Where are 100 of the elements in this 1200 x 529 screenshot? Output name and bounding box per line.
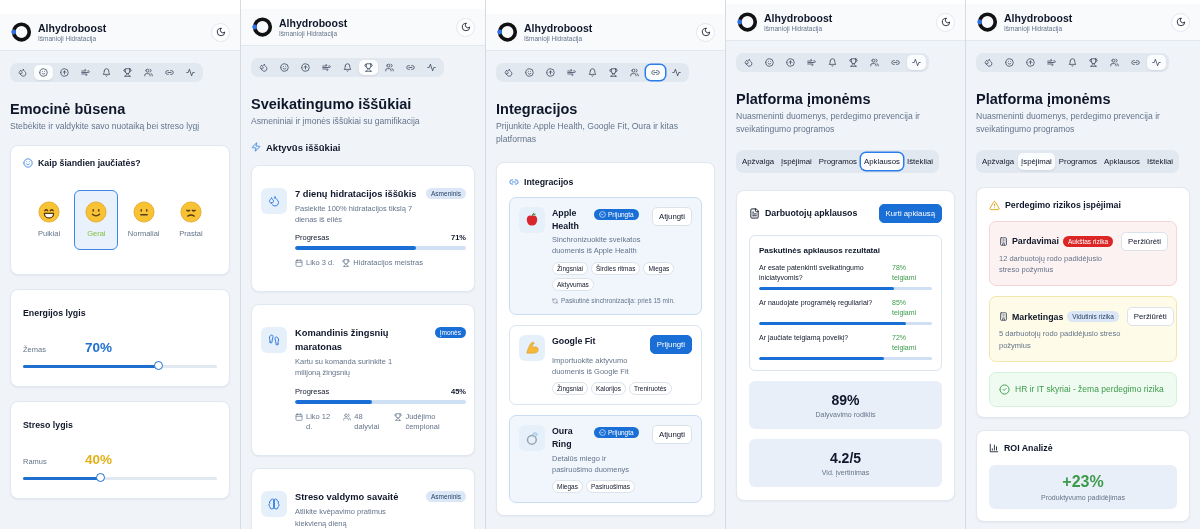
- app-title: Alhydroboost: [764, 12, 834, 24]
- calendar-icon: [295, 259, 303, 268]
- warning-icon: [989, 199, 1000, 211]
- challenge-title: Streso valdymo savaitė: [295, 491, 400, 505]
- arrow-circle-icon: [546, 68, 555, 77]
- footprints-icon: [268, 334, 280, 347]
- theme-toggle-button[interactable]: [211, 22, 230, 42]
- droplets-icon: [268, 194, 280, 207]
- app-title: Alhydroboost: [1004, 12, 1074, 24]
- smiley-icon: [525, 68, 534, 77]
- trophy-icon: [123, 68, 132, 77]
- trophy-icon: [342, 259, 351, 268]
- arrow-circle-icon: [1026, 58, 1035, 67]
- integration-name: Oura Ring: [552, 425, 574, 452]
- card-title: Kaip šiandien jaučiatės?: [38, 157, 141, 168]
- trophy-icon: [1089, 58, 1098, 67]
- users-icon: [870, 58, 879, 67]
- integration-name: Apple Health: [552, 206, 580, 233]
- page-title: Platforma įmonėms: [736, 91, 872, 107]
- department-name: Marketingas: [1012, 311, 1064, 322]
- stat-value: +23%: [1061, 472, 1105, 491]
- theme-toggle-button[interactable]: [1171, 12, 1190, 32]
- nav-tab[interactable]: [646, 65, 665, 80]
- check-circle-icon: [999, 383, 1010, 395]
- calendar-icon: [295, 412, 303, 421]
- wind-icon: [807, 58, 816, 67]
- smiley-icon: [1005, 58, 1014, 67]
- smiley-icon: [23, 157, 33, 168]
- building-icon: [999, 236, 1008, 246]
- challenge-title: 7 dienų hidratacijos iššūkis: [295, 187, 418, 201]
- page-subtitle: Nuasmeninti duomenys, perdegimo prevencija ir sveikatingumo programos: [976, 110, 1161, 136]
- bell-icon: [828, 58, 837, 67]
- nav-tab[interactable]: [34, 65, 53, 80]
- bell-icon: [343, 63, 352, 72]
- smiley-icon: [280, 63, 289, 72]
- theme-toggle-button[interactable]: [696, 22, 715, 42]
- users-icon: [385, 63, 394, 72]
- moon-icon: [215, 27, 226, 37]
- pulse-icon: [427, 63, 436, 72]
- theme-toggle-button[interactable]: [456, 17, 475, 37]
- logo: [976, 11, 998, 33]
- bell-icon: [588, 68, 597, 77]
- slider-value: 70%: [85, 339, 113, 355]
- slider-thumb[interactable]: [153, 360, 163, 370]
- grinning-face-icon: [38, 201, 60, 224]
- link-icon: [165, 68, 174, 77]
- nav-tab[interactable]: [1147, 55, 1166, 70]
- moon-icon: [460, 22, 471, 32]
- card-title: Perdegimo rizikos įspėjimai: [1005, 200, 1121, 211]
- moon-icon: [940, 17, 951, 27]
- moon-icon: [700, 27, 711, 37]
- section-title: Aktyvūs iššūkiai: [266, 141, 341, 153]
- smiling-face-icon: [85, 201, 108, 224]
- card-title: Darbuotojų apklausos: [765, 208, 858, 219]
- brain-icon: [268, 498, 280, 511]
- nav-tab[interactable]: [359, 60, 378, 75]
- nav-tab[interactable]: [907, 55, 926, 70]
- logo: [736, 11, 758, 33]
- slider-title: Streso lygis: [23, 419, 74, 430]
- link-icon: [891, 58, 900, 67]
- pulse-icon: [1152, 58, 1161, 67]
- slider-thumb[interactable]: [95, 472, 105, 482]
- wind-icon: [322, 63, 331, 72]
- trophy-icon: [364, 63, 373, 72]
- droplets-icon: [504, 68, 513, 77]
- flexed-arm-icon: [524, 340, 540, 356]
- page-subtitle: Asmeniniai ir įmonės iššūkiai su gamifikacija: [251, 115, 421, 128]
- card-title: ROI Analizė: [1004, 442, 1053, 453]
- theme-toggle-button[interactable]: [936, 12, 955, 32]
- trophy-icon: [849, 58, 858, 67]
- wind-icon: [81, 68, 90, 77]
- pulse-icon: [672, 68, 681, 77]
- results-title: Paskutinės apklausos rezultatai: [759, 245, 881, 255]
- check-circle-icon: [599, 429, 606, 437]
- bell-icon: [1068, 58, 1077, 67]
- sad-face-icon: [180, 201, 202, 224]
- page-subtitle: Nuasmeninti duomenys, perdegimo prevencija ir sveikatingumo programos: [736, 110, 921, 136]
- arrow-circle-icon: [60, 68, 69, 77]
- document-icon: [749, 207, 760, 219]
- page-title: Emocinė būsena: [10, 101, 127, 117]
- slider-title: Energijos lygis: [23, 307, 87, 318]
- challenge-title: Komandinis žingsnių maratonas: [295, 327, 390, 355]
- wind-icon: [1047, 58, 1056, 67]
- page-title: Sveikatingumo iššūkiai: [251, 96, 413, 112]
- smiley-icon: [39, 68, 48, 77]
- slider-value: 40%: [85, 451, 113, 467]
- bell-icon: [102, 68, 111, 77]
- lightning-icon: [251, 142, 261, 153]
- check-circle-icon: [599, 210, 606, 218]
- page-title: Platforma įmonėms: [976, 91, 1112, 107]
- pulse-icon: [912, 58, 921, 67]
- droplets-icon: [259, 63, 268, 72]
- droplets-icon: [984, 58, 993, 67]
- users-icon: [343, 412, 352, 421]
- apple-icon: [525, 212, 539, 228]
- arrow-circle-icon: [786, 58, 795, 67]
- users-icon: [630, 68, 639, 77]
- card-title: Integracijos: [524, 176, 574, 187]
- stat-value: 4.2/5: [828, 449, 863, 466]
- trophy-icon: [609, 68, 618, 77]
